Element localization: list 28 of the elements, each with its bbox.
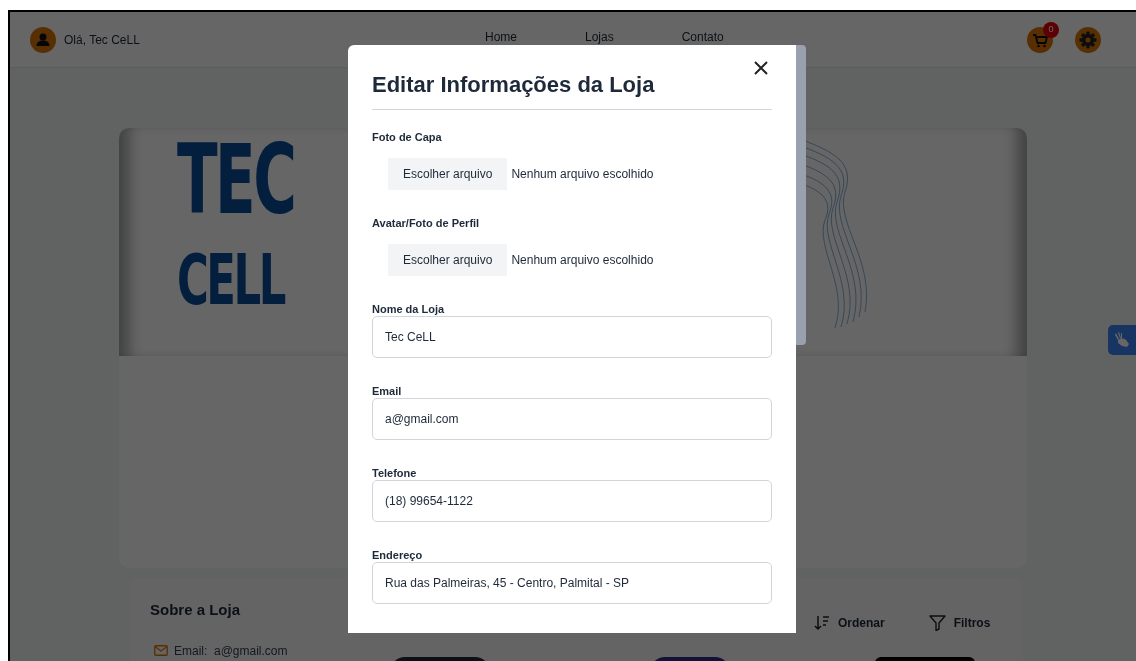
settings-icon[interactable] [1075,26,1101,53]
input-field[interactable]: (18) 99654-1122 [372,480,772,522]
field-label: Nome da Loja [372,302,446,316]
sort-icon [814,615,830,631]
field-label: Avatar/Foto de Perfil [372,216,481,230]
field-label: Telefone [372,466,418,480]
field-label: Foto de Capa [372,130,443,144]
filter-icon [928,615,946,631]
cart-count-badge: 0 [1043,21,1059,38]
mail-icon [154,645,168,656]
user-avatar-icon[interactable] [30,26,56,53]
field-label: Email [372,384,403,398]
choose-file-button[interactable]: Escolher arquivo [388,158,508,190]
store-logo: TEC CELL [177,130,295,320]
greeting-text: Olá, Tec CeLL [64,31,140,49]
section-title: Sobre a Loja [150,600,242,620]
accessibility-button[interactable] [1108,325,1136,355]
field-label: Endereço [372,548,424,562]
close-icon [754,61,768,75]
file-status-text: Nenhum arquivo escolhido [511,252,654,269]
input-field[interactable]: Tec CeLL [372,316,772,358]
dialog-title: Editar Informações da Loja [372,71,655,99]
file-status-text: Nenhum arquivo escolhido [511,166,654,183]
choose-file-button[interactable]: Escolher arquivo [388,244,508,276]
input-field[interactable]: Rua das Palmeiras, 45 - Centro, Palmital - SP [372,562,772,604]
email-text: Email: a@gmail.com [174,642,288,660]
dialog-scrollbar[interactable] [796,45,806,345]
input-field[interactable]: a@gmail.com [372,398,772,440]
